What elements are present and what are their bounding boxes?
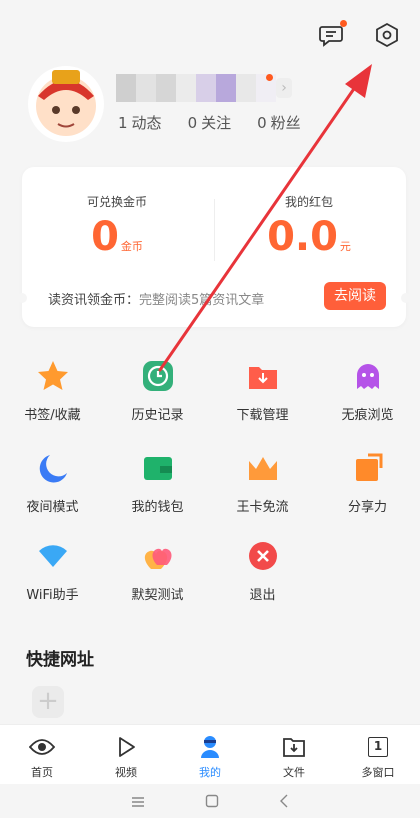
redpacket-value: 0.0 bbox=[267, 214, 338, 260]
nav-windows[interactable]: 1 多窗口 bbox=[336, 725, 420, 784]
settings-hexagon-icon[interactable] bbox=[372, 20, 402, 50]
grid-item-incognito[interactable]: 无痕浏览 bbox=[315, 356, 420, 423]
profile-stats: 1 动态 0 关注 0 粉丝 bbox=[118, 112, 301, 133]
shortcuts-title: 快捷网址 bbox=[26, 650, 94, 670]
grid-item-exit[interactable]: 退出 bbox=[210, 536, 315, 603]
coins-value: 0 bbox=[91, 214, 119, 260]
avatar[interactable] bbox=[28, 66, 104, 142]
stat-following[interactable]: 0 关注 bbox=[188, 112, 232, 133]
nav-files[interactable]: 文件 bbox=[252, 725, 336, 784]
grid-item-share[interactable]: 分享力 bbox=[315, 448, 420, 515]
grid-item-wallet[interactable]: 我的钱包 bbox=[105, 448, 210, 515]
user-icon bbox=[168, 735, 252, 759]
grid-item-wifi[interactable]: WiFi助手 bbox=[0, 536, 105, 603]
redpacket-unit: 元 bbox=[339, 240, 351, 253]
nav-mine[interactable]: 我的 bbox=[168, 725, 252, 784]
download-folder-icon bbox=[243, 356, 283, 396]
grid-item-tacit-test[interactable]: 默契测试 bbox=[105, 536, 210, 603]
window-count-icon: 1 bbox=[336, 735, 420, 759]
wifi-icon bbox=[33, 536, 73, 576]
coins-column[interactable]: 可兑换金币 0 金币 bbox=[22, 193, 212, 270]
message-badge bbox=[340, 20, 347, 27]
play-icon bbox=[84, 735, 168, 759]
crown-icon bbox=[243, 448, 283, 488]
system-nav-bar bbox=[0, 786, 420, 818]
coins-label: 可兑换金币 bbox=[86, 195, 147, 209]
read-task-sub: 完整阅读5篇资讯文章 bbox=[139, 293, 265, 308]
username-blurred[interactable] bbox=[116, 74, 276, 102]
menu-icon[interactable] bbox=[131, 793, 145, 812]
home-square-icon[interactable] bbox=[205, 793, 219, 812]
exit-icon bbox=[243, 536, 283, 576]
share-icon bbox=[348, 448, 388, 488]
moon-icon bbox=[33, 448, 73, 488]
read-task-title: 读资讯领金币： bbox=[48, 293, 140, 308]
bottom-nav: 首页 视频 我的 文件 1 多窗口 bbox=[0, 724, 420, 784]
nav-home[interactable]: 首页 bbox=[0, 725, 84, 784]
window-count: 1 bbox=[368, 737, 388, 757]
nav-video[interactable]: 视频 bbox=[84, 725, 168, 784]
top-icons bbox=[316, 20, 402, 50]
hearts-icon bbox=[138, 536, 178, 576]
stat-followers[interactable]: 0 粉丝 bbox=[257, 112, 301, 133]
redpacket-label: 我的红包 bbox=[284, 195, 333, 209]
back-icon[interactable] bbox=[279, 793, 289, 812]
eye-icon bbox=[0, 735, 84, 759]
grid-item-downloads[interactable]: 下载管理 bbox=[210, 356, 315, 423]
card-notch-left bbox=[17, 293, 27, 303]
redpacket-column[interactable]: 我的红包 0.0 元 bbox=[214, 193, 404, 270]
grid-item-king-card[interactable]: 王卡免流 bbox=[210, 448, 315, 515]
coins-unit: 金币 bbox=[120, 240, 143, 253]
folder-download-icon bbox=[252, 735, 336, 759]
profile-badge bbox=[266, 74, 273, 81]
grid-item-bookmarks[interactable]: 书签/收藏 bbox=[0, 356, 105, 423]
star-icon bbox=[33, 356, 73, 396]
go-read-button[interactable]: 去阅读 bbox=[324, 282, 386, 310]
read-task-text: 读资讯领金币：完整阅读5篇资讯文章 bbox=[48, 289, 264, 308]
grid-item-night-mode[interactable]: 夜间模式 bbox=[0, 448, 105, 515]
message-icon[interactable] bbox=[316, 20, 347, 50]
add-shortcut-button[interactable]: + bbox=[32, 686, 64, 718]
card-notch-right bbox=[401, 293, 411, 303]
ghost-icon bbox=[348, 356, 388, 396]
stat-posts[interactable]: 1 动态 bbox=[118, 112, 162, 133]
wallet-icon bbox=[138, 448, 178, 488]
grid-item-history[interactable]: 历史记录 bbox=[105, 356, 210, 423]
coins-card: 可兑换金币 0 金币 我的红包 0.0 元 读资讯领金币：完整阅读5篇资讯文章 去阅… bbox=[17, 167, 411, 327]
chevron-right-icon[interactable]: › bbox=[276, 78, 292, 98]
clock-icon bbox=[138, 356, 178, 396]
